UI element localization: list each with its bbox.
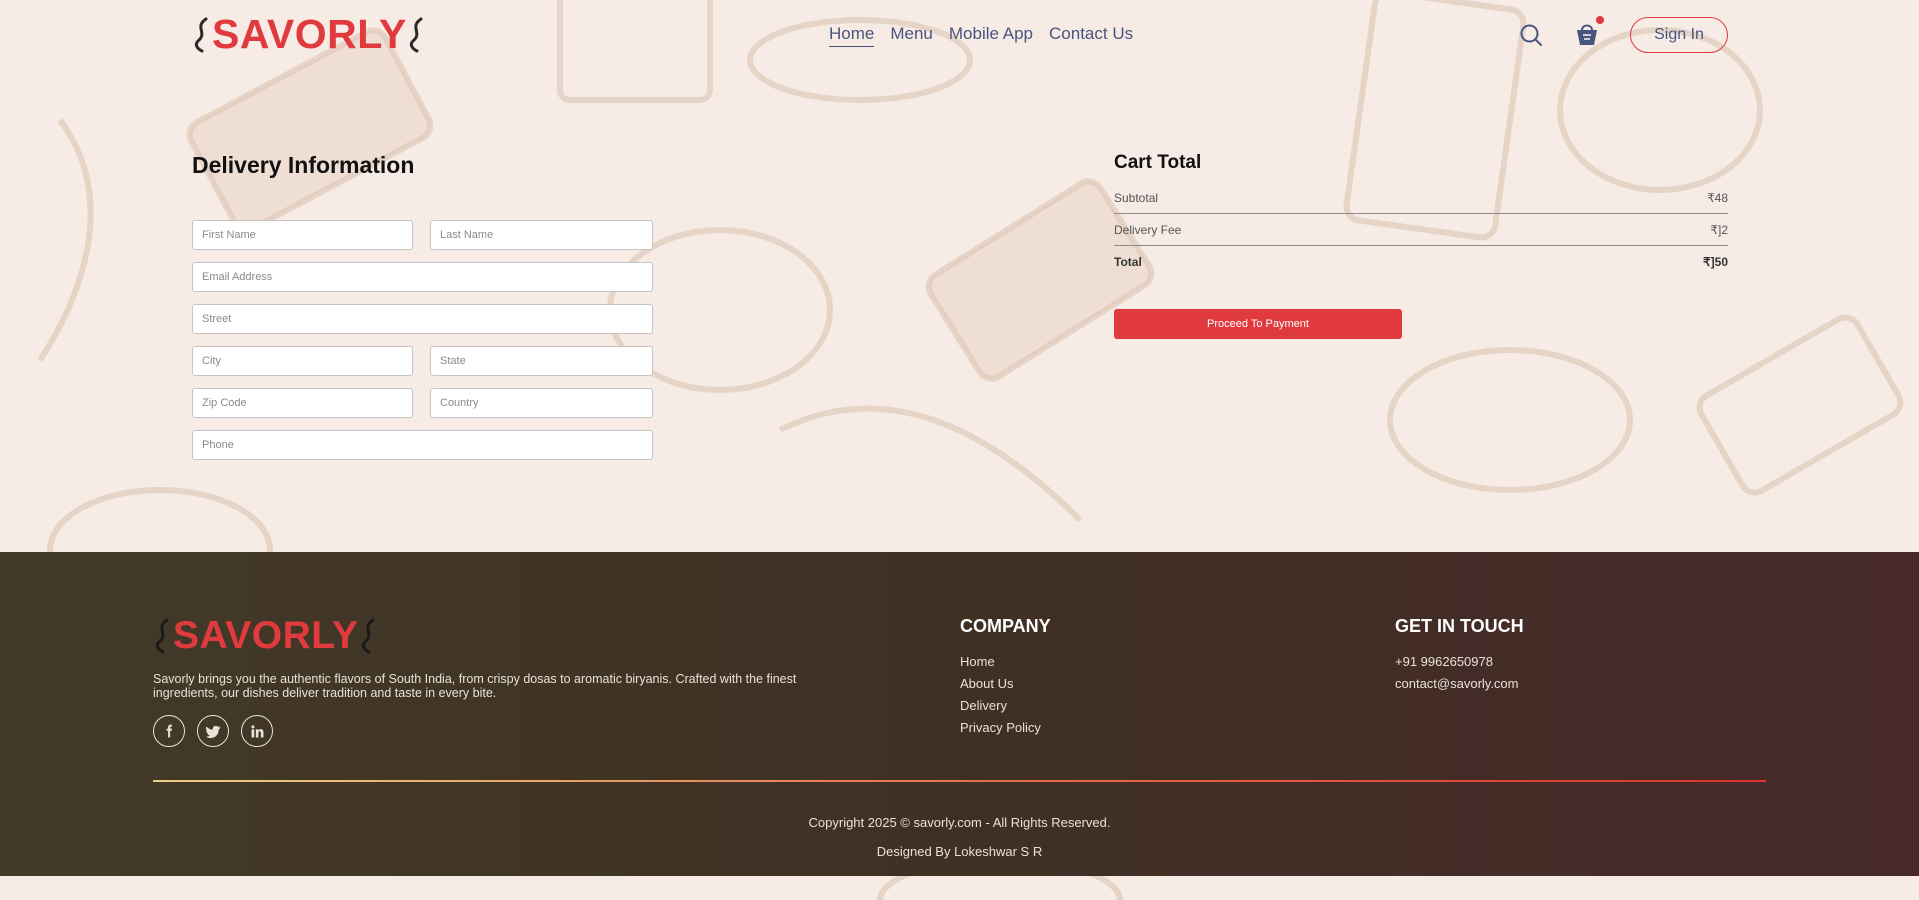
state-input[interactable] [430, 346, 653, 376]
cart-total-title: Cart Total [1114, 152, 1202, 173]
designed-by-text: Designed By Lokeshwar S R [876, 844, 1043, 859]
social-links [153, 715, 273, 747]
country-input[interactable] [430, 388, 653, 418]
delivery-fee-value: ₹]2 [1710, 223, 1728, 237]
footer-divider [153, 780, 1766, 782]
sign-in-button[interactable]: Sign In [1630, 17, 1728, 53]
steam-wisp-icon [155, 618, 169, 653]
twitter-icon[interactable] [197, 715, 229, 747]
subtotal-value: ₹48 [1707, 191, 1728, 205]
divider [1114, 213, 1728, 214]
steam-wisp-icon [361, 618, 375, 653]
phone-input[interactable] [192, 430, 653, 460]
nav-link-menu[interactable]: Menu [890, 24, 933, 47]
delivery-information-title: Delivery Information [192, 152, 415, 178]
email-input[interactable] [192, 262, 653, 292]
logo[interactable]: SAVORLY [192, 14, 427, 55]
total-value: ₹]50 [1703, 255, 1728, 269]
city-input[interactable] [192, 346, 413, 376]
get-in-touch-heading: GET IN TOUCH [1395, 616, 1524, 636]
navbar: SAVORLY Home Menu Mobile App Contact Us … [0, 0, 1919, 70]
nav-link-contact-us[interactable]: Contact Us [1049, 24, 1133, 47]
footer-link-privacy-policy[interactable]: Privacy Policy [960, 720, 1041, 742]
copyright-text: Copyright 2025 © savorly.com - All Right… [808, 815, 1111, 830]
company-heading: COMPANY [960, 616, 1051, 636]
last-name-input[interactable] [430, 220, 653, 250]
nav-link-home[interactable]: Home [829, 24, 875, 47]
first-name-input[interactable] [192, 220, 413, 250]
search-icon[interactable] [1519, 23, 1543, 47]
steam-wisp-icon [194, 17, 208, 52]
footer-logo[interactable]: SAVORLY [153, 616, 379, 655]
footer: SAVORLY Savorly brings you the authentic… [0, 552, 1919, 876]
facebook-icon[interactable] [153, 715, 185, 747]
nav-link-mobile-app[interactable]: Mobile App [949, 24, 1033, 47]
footer-link-about-us[interactable]: About Us [960, 676, 1041, 698]
total-label: Total [1114, 255, 1142, 269]
footer-link-home[interactable]: Home [960, 654, 1041, 676]
contact-phone[interactable]: +91 9962650978 [1395, 654, 1519, 676]
steam-wisp-icon [409, 17, 423, 52]
footer-description: Savorly brings you the authentic flavors… [153, 672, 797, 700]
footer-link-delivery[interactable]: Delivery [960, 698, 1041, 720]
cart-notification-dot [1596, 16, 1604, 24]
subtotal-row: Subtotal ₹48 [1114, 191, 1728, 205]
company-links: Home About Us Delivery Privacy Policy [960, 654, 1041, 742]
divider [1114, 245, 1728, 246]
logo-text: SAVORLY [212, 11, 407, 57]
basket-icon[interactable] [1573, 20, 1601, 48]
subtotal-label: Subtotal [1114, 191, 1159, 205]
street-input[interactable] [192, 304, 653, 334]
contact-email[interactable]: contact@savorly.com [1395, 676, 1519, 698]
zip-code-input[interactable] [192, 388, 413, 418]
contact-info: +91 9962650978 contact@savorly.com [1395, 654, 1519, 698]
delivery-fee-row: Delivery Fee ₹]2 [1114, 223, 1728, 237]
delivery-fee-label: Delivery Fee [1114, 223, 1182, 237]
nav-links: Home Menu Mobile App Contact Us [829, 24, 1133, 47]
proceed-to-payment-button[interactable]: Proceed To Payment [1114, 309, 1402, 339]
total-row: Total ₹]50 [1114, 255, 1728, 269]
footer-logo-text: SAVORLY [173, 614, 359, 657]
linkedin-icon[interactable] [241, 715, 273, 747]
